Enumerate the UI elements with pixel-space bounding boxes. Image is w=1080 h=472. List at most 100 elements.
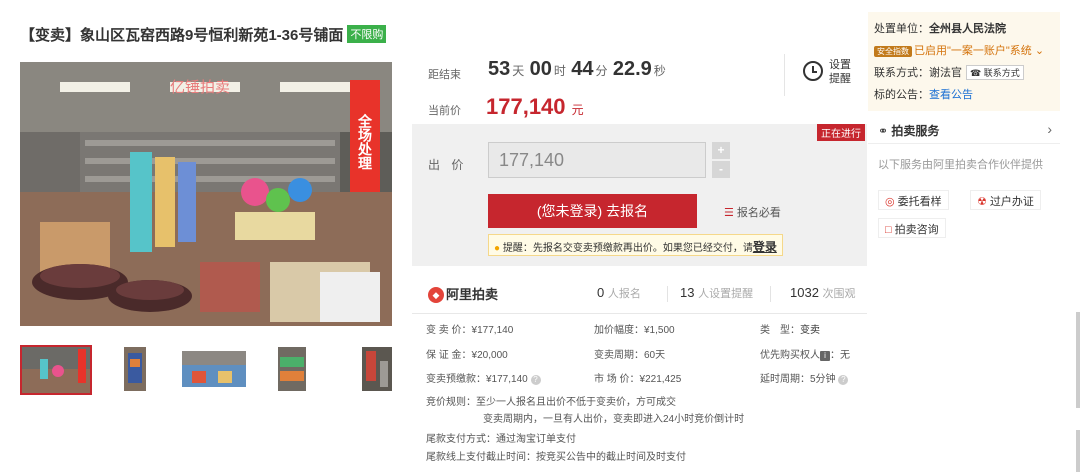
hours-unit: 时 [553, 64, 566, 78]
view-notice-link[interactable]: 查看公告 [929, 89, 973, 101]
priority-buyer: 优先购买权人 i ：无 [760, 346, 850, 361]
countdown-label: 距结束 [428, 69, 461, 81]
certificate-icon: ☢ [977, 196, 987, 208]
view-count-label: 次围观 [822, 288, 856, 300]
brand-text: 阿里拍卖 [446, 287, 499, 302]
chevron-right-icon[interactable]: › [1047, 121, 1052, 137]
bidding-rule-line2: 变卖周期内，一旦有人出价，变卖即进入24小时竞价倒计时 [483, 414, 745, 425]
increase-bid-button[interactable]: + [712, 142, 730, 159]
prepay-text: 变卖预缴款：¥177,140 [426, 374, 528, 385]
headset-icon: ⚭ [878, 124, 889, 138]
help-icon[interactable]: ? [838, 375, 849, 385]
transfer-label: 过户办证 [989, 196, 1034, 208]
help-icon[interactable]: ? [530, 375, 541, 385]
countdown-days: 53 [488, 58, 511, 80]
countdown-seconds: 22.9 [612, 58, 652, 80]
purchase-limit-tag: 不限购 [347, 25, 387, 43]
auction-type: 类 型：变卖 [760, 321, 820, 336]
title-text: 【变卖】象山区瓦窑西路9号恒利新苑1-36号铺面 [20, 27, 344, 44]
org-label: 处置单位： [874, 23, 929, 35]
consult-label: 拍卖咨询 [894, 224, 939, 236]
delay-period: 延时周期：5分钟 ? [760, 370, 849, 385]
sale-price: 变 卖 价：¥177,140 [426, 325, 514, 336]
reminder-count-value: 13 [680, 285, 695, 300]
divider [667, 286, 668, 302]
view-count: 1032 次围观 [790, 285, 856, 301]
reminder-line2: 提醒 [829, 73, 851, 85]
priority-label: 优先购买权人 [760, 350, 820, 361]
delay-text: 延时周期：5分钟 [760, 374, 836, 385]
view-count-value: 1032 [790, 285, 819, 300]
thumbnail-strip [20, 345, 406, 395]
consult-button[interactable]: □ 拍卖咨询 [878, 218, 946, 238]
scrollbar-lower[interactable] [1076, 430, 1080, 472]
auction-services-header[interactable]: ⚭ 拍卖服务 › [868, 118, 1060, 144]
increment: 加价幅度：¥1,500 [594, 325, 675, 336]
sale-period: 变卖周期：60天 [594, 350, 666, 361]
signup-count: 0 人报名 [597, 285, 641, 301]
login-link[interactable]: 登录 [753, 240, 777, 254]
bidding-rule-line1: 竞价规则：至少一人报名且出价不低于变卖价，方可成交 [426, 397, 676, 408]
service-title: 拍卖服务 [891, 124, 940, 138]
thumbnail-2[interactable] [102, 345, 166, 393]
tip-text: 提醒：先报名交变卖预缴款再出价。如果您已经交付，请 [502, 243, 753, 254]
chevron-down-icon[interactable]: ⌄ [1032, 45, 1044, 57]
account-system-text[interactable]: 已启用"一案一账户"系统 [914, 45, 1032, 57]
reminder-count: 13 人设置提醒 [680, 285, 753, 301]
bid-price-input[interactable] [488, 142, 706, 178]
signup-count-label: 人报名 [607, 288, 641, 300]
priority-value: ：无 [830, 350, 850, 361]
contact-label: 联系方式：谢法官 [874, 67, 962, 79]
org-value: 全州县人民法院 [929, 23, 1006, 35]
reminder-line1: 设置 [829, 59, 851, 71]
signup-count-value: 0 [597, 285, 605, 300]
payment-deadline: 尾款线上支付截止时间：按竞买公告中的截止时间及时支付 [426, 452, 686, 463]
decrease-bid-button[interactable]: - [712, 161, 730, 178]
current-price: 177,140 元 [486, 94, 584, 120]
price-block: 距结束 53 天 00 时 44 分 22.9 秒 当前价 177,140 元 设置 提… [412, 50, 867, 124]
clock-icon [803, 61, 823, 81]
location-icon: ◎ [885, 196, 895, 208]
thumbnail-5[interactable] [342, 345, 406, 393]
type-label: 类 型： [760, 325, 800, 336]
prepay: 变卖预缴款：¥177,140 ? [426, 370, 541, 385]
right-panel: 处置单位：全州县人民法院 安全指数 已启用"一案一账户"系统 ⌄ 联系方式：谢法官… [868, 12, 1060, 472]
scrollbar[interactable] [1076, 312, 1080, 408]
thumbnail-3[interactable] [182, 345, 246, 393]
transfer-button[interactable]: ☢ 过户办证 [970, 190, 1041, 210]
thumbnail-4[interactable] [262, 345, 326, 393]
viewing-label: 委托看样 [897, 196, 942, 208]
info-icon[interactable]: i [820, 351, 830, 361]
reminder-count-label: 人设置提醒 [698, 288, 754, 300]
lightbulb-icon: ● [494, 243, 501, 254]
brand-logo: ◆ 阿里拍卖 [428, 284, 498, 303]
bid-label: 出 价 [428, 158, 468, 172]
seconds-unit: 秒 [653, 64, 666, 78]
countdown-timer: 53 天 00 时 44 分 22.9 秒 [486, 58, 666, 81]
entrusted-viewing-button[interactable]: ◎ 委托看样 [878, 190, 949, 210]
watermark-text: 亿锤拍卖 [170, 79, 230, 96]
payment-method: 尾款支付方式：通过淘宝订单支付 [426, 434, 576, 445]
login-tip: ● 提醒：先报名交变卖预缴款再出价。如果您已经交付，请登录 [488, 234, 783, 256]
bid-area: 正在进行 出 价 + - (您未登录) 去报名 ☰报名必看 ● 提醒：先报名交变… [412, 124, 867, 266]
days-unit: 天 [512, 64, 525, 78]
safety-badge: 安全指数 [874, 46, 912, 57]
thumbnail-1[interactable] [20, 345, 92, 395]
contact-button-label: 联系方式 [983, 68, 1020, 78]
notice-label: 标的公告： [874, 89, 929, 101]
contact-button[interactable]: ☎ 联系方式 [966, 65, 1024, 80]
type-value: 变卖 [800, 325, 820, 336]
signup-button[interactable]: (您未登录) 去报名 [488, 194, 697, 228]
set-reminder-button[interactable]: 设置 提醒 [784, 54, 866, 96]
status-badge: 正在进行 [817, 124, 865, 141]
current-price-value: 177,140 [486, 94, 566, 119]
current-price-label: 当前价 [428, 105, 461, 117]
countdown-hours: 00 [529, 58, 552, 80]
banner-text: 全场处理 [357, 113, 373, 170]
must-read-link[interactable]: ☰ 报名必看 [724, 204, 781, 220]
current-price-unit: 元 [571, 103, 584, 117]
must-read-text: 报名必看 [736, 207, 781, 219]
countdown-minutes: 44 [571, 58, 594, 80]
deposit: 保 证 金：¥20,000 [426, 350, 508, 361]
main-product-image[interactable]: 亿锤拍卖 全场处理 [20, 62, 392, 326]
